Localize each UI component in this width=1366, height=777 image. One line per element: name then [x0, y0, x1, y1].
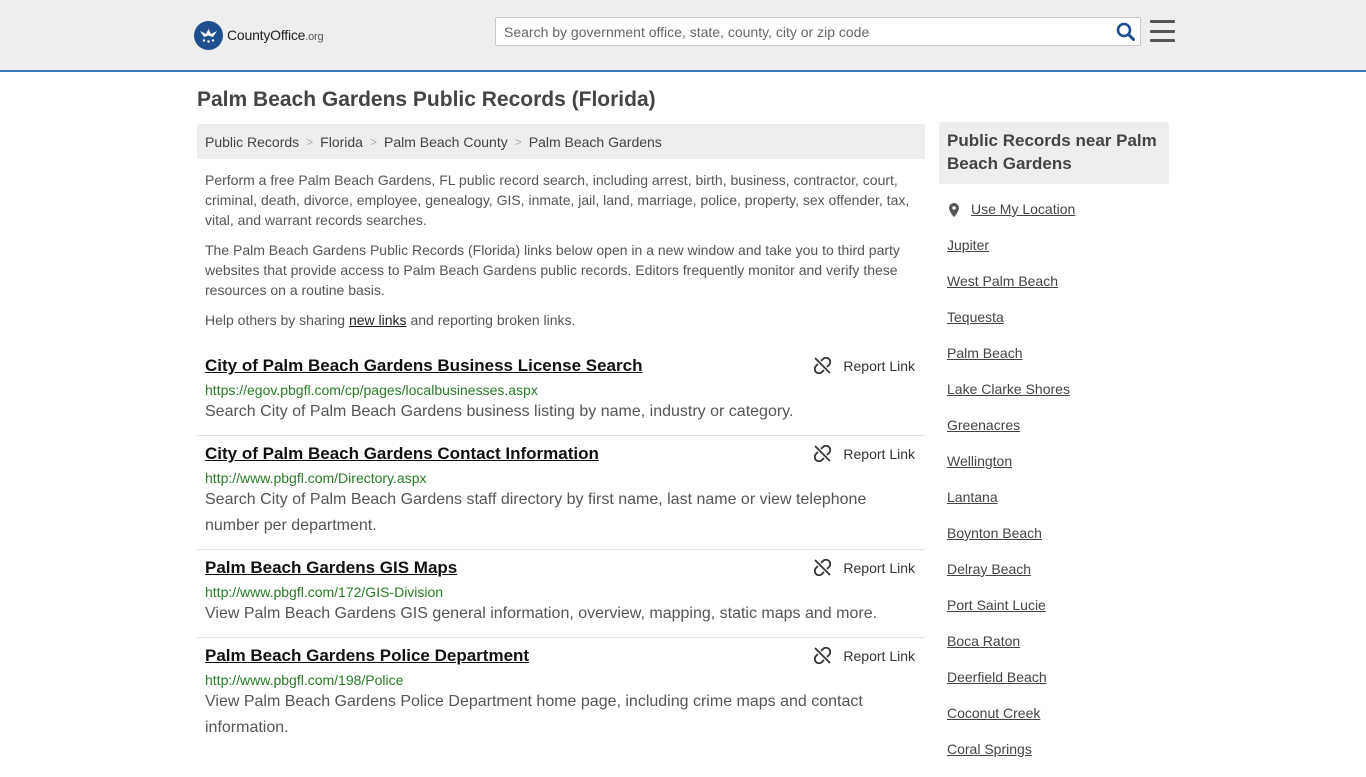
city-list-item: Deerfield Beach [947, 669, 1169, 705]
result-url: http://www.pbgfl.com/198/Police [205, 672, 404, 688]
city-list-item: Greenacres [947, 417, 1169, 453]
city-link-west-palm-beach[interactable]: West Palm Beach [947, 273, 1058, 289]
eagle-seal-icon [194, 20, 223, 50]
result-description: Search City of Palm Beach Gardens staff … [205, 491, 867, 534]
broken-link-icon [814, 647, 832, 664]
city-link-wellington[interactable]: Wellington [947, 453, 1012, 469]
report-link-button[interactable]: Report Link [814, 559, 915, 576]
breadcrumb-public-records[interactable]: Public Records [205, 134, 299, 150]
report-link-button[interactable]: Report Link [814, 357, 915, 374]
city-link-coconut-creek[interactable]: Coconut Creek [947, 705, 1040, 721]
city-list-item: Port Saint Lucie [947, 597, 1169, 633]
city-link-delray-beach[interactable]: Delray Beach [947, 561, 1031, 577]
city-list-item: Lantana [947, 489, 1169, 525]
city-link-boca-raton[interactable]: Boca Raton [947, 633, 1020, 649]
result-description: Search City of Palm Beach Gardens busine… [205, 403, 794, 420]
city-list-item: Coconut Creek [947, 705, 1169, 741]
breadcrumb: Public Records > Florida > Palm Beach Co… [197, 124, 925, 159]
city-list-item: West Palm Beach [947, 273, 1169, 309]
broken-link-icon [814, 445, 832, 462]
city-link-jupiter[interactable]: Jupiter [947, 237, 989, 253]
result-title-link[interactable]: City of Palm Beach Gardens Business Lice… [205, 356, 642, 376]
hamburger-menu-icon[interactable] [1150, 19, 1175, 43]
city-list-item: Coral Springs [947, 741, 1169, 777]
city-link-palm-beach[interactable]: Palm Beach [947, 345, 1022, 361]
site-header: CountyOffice.org [0, 0, 1366, 72]
sidebar-heading: Public Records near Palm Beach Gardens [939, 122, 1169, 184]
breadcrumb-separator-icon: > [306, 134, 314, 149]
main-content: Public Records > Florida > Palm Beach Co… [197, 124, 925, 751]
city-list-item: Lake Clarke Shores [947, 381, 1169, 417]
share-paragraph: Help others by sharing new links and rep… [205, 312, 576, 328]
intro-text: Perform a free Palm Beach Gardens, FL pu… [197, 170, 925, 330]
city-link-greenacres[interactable]: Greenacres [947, 417, 1020, 433]
city-link-deerfield-beach[interactable]: Deerfield Beach [947, 669, 1047, 685]
city-list-item: Delray Beach [947, 561, 1169, 597]
report-link-button[interactable]: Report Link [814, 647, 915, 664]
city-link-lake-clarke-shores[interactable]: Lake Clarke Shores [947, 381, 1070, 397]
search-button[interactable] [1110, 18, 1140, 45]
breadcrumb-separator-icon: > [514, 134, 522, 149]
broken-link-icon [814, 357, 832, 374]
result-title-link[interactable]: City of Palm Beach Gardens Contact Infor… [205, 444, 599, 464]
breadcrumb-florida[interactable]: Florida [320, 134, 363, 150]
result-url: http://www.pbgfl.com/Directory.aspx [205, 470, 427, 486]
broken-link-icon [814, 559, 832, 576]
use-location-item: Use My Location [947, 201, 1169, 237]
intro-paragraph: The Palm Beach Gardens Public Records (F… [205, 242, 900, 298]
city-list-item: Palm Beach [947, 345, 1169, 381]
intro-paragraph: Perform a free Palm Beach Gardens, FL pu… [205, 172, 910, 228]
search-input[interactable] [496, 18, 1110, 45]
breadcrumb-palm-beach-gardens[interactable]: Palm Beach Gardens [529, 134, 662, 150]
result-description: View Palm Beach Gardens GIS general info… [205, 605, 878, 622]
result-url: https://egov.pbgfl.com/cp/pages/localbus… [205, 382, 538, 398]
report-link-button[interactable]: Report Link [814, 445, 915, 462]
result-item: Palm Beach Gardens GIS Maps Report Link … [197, 550, 925, 638]
city-link-port-saint-lucie[interactable]: Port Saint Lucie [947, 597, 1046, 613]
map-pin-icon [949, 203, 959, 217]
city-list-item: Jupiter [947, 237, 1169, 273]
breadcrumb-separator-icon: > [369, 134, 377, 149]
result-url: http://www.pbgfl.com/172/GIS-Division [205, 584, 444, 600]
breadcrumb-palm-beach-county[interactable]: Palm Beach County [384, 134, 508, 150]
result-item: City of Palm Beach Gardens Contact Infor… [197, 436, 925, 550]
logo-text: CountyOffice.org [227, 27, 324, 43]
use-my-location-link[interactable]: Use My Location [971, 201, 1075, 217]
city-link-coral-springs[interactable]: Coral Springs [947, 741, 1032, 757]
city-link-boynton-beach[interactable]: Boynton Beach [947, 525, 1042, 541]
city-list-item: Boynton Beach [947, 525, 1169, 561]
search-icon [1116, 22, 1135, 41]
city-list-item: Boca Raton [947, 633, 1169, 669]
page-title: Palm Beach Gardens Public Records (Flori… [197, 88, 656, 111]
result-title-link[interactable]: Palm Beach Gardens Police Department [205, 646, 529, 666]
result-description: View Palm Beach Gardens Police Departmen… [205, 693, 863, 736]
result-title-link[interactable]: Palm Beach Gardens GIS Maps [205, 558, 457, 578]
sidebar: Public Records near Palm Beach Gardens U… [939, 122, 1169, 777]
new-links-link[interactable]: new links [349, 312, 407, 328]
city-link-lantana[interactable]: Lantana [947, 489, 998, 505]
site-logo[interactable]: CountyOffice.org [194, 20, 324, 50]
result-item: Palm Beach Gardens Police Department Rep… [197, 638, 925, 751]
city-list-item: Tequesta [947, 309, 1169, 345]
city-list-item: Wellington [947, 453, 1169, 489]
result-item: City of Palm Beach Gardens Business Lice… [197, 348, 925, 436]
results-list: City of Palm Beach Gardens Business Lice… [197, 348, 925, 751]
city-link-tequesta[interactable]: Tequesta [947, 309, 1004, 325]
search-box [495, 17, 1141, 46]
nearby-cities-list: Use My Location Jupiter West Palm Beach … [939, 201, 1169, 777]
